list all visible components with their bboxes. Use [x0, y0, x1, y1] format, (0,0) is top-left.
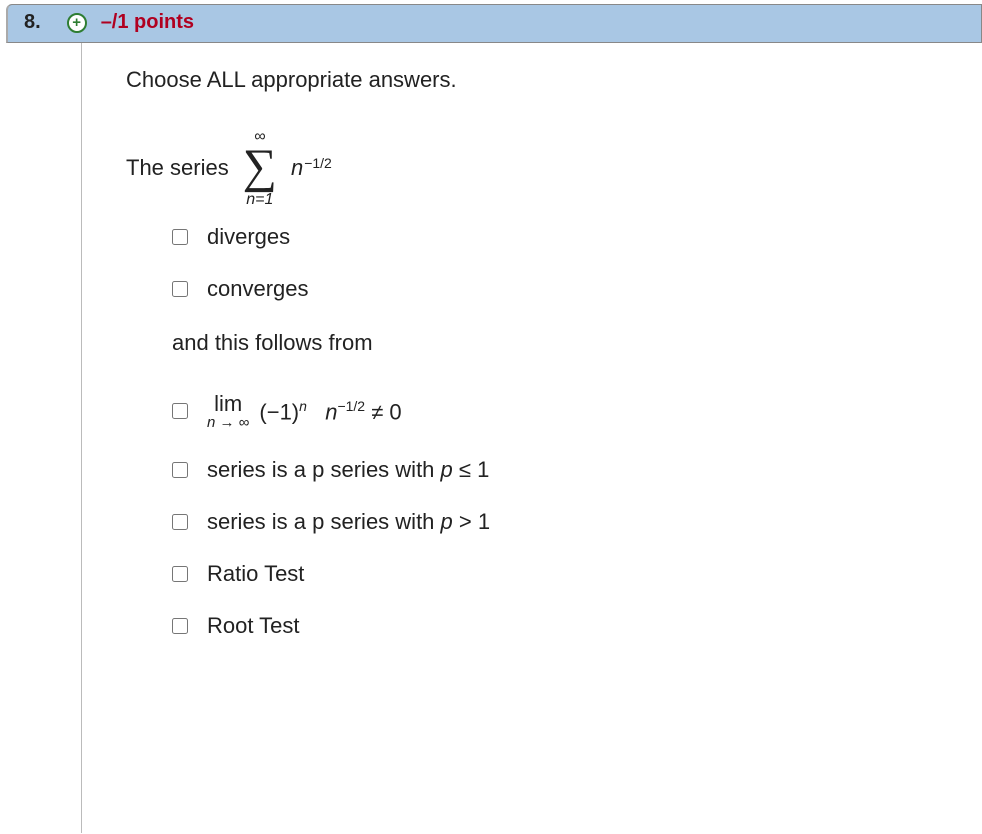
- checkbox-limit[interactable]: [172, 403, 188, 419]
- checkbox-pseries-gt1[interactable]: [172, 514, 188, 530]
- instruction-text: Choose ALL appropriate answers.: [126, 67, 962, 93]
- lim-subscript: n → ∞: [207, 415, 249, 431]
- choice-label: series is a p series with p ≤ 1: [207, 457, 489, 483]
- sigma-lower: n=1: [246, 192, 273, 208]
- choice-label: converges: [207, 276, 309, 302]
- sigma-symbol: ∑: [243, 147, 277, 188]
- choice-p-series-gt-1[interactable]: series is a p series with p > 1: [168, 509, 962, 535]
- choice-converges[interactable]: converges: [168, 276, 962, 302]
- choice-group-2: lim n → ∞ (−1)n n−1/2 ≠ 0: [168, 392, 962, 639]
- choice-root-test[interactable]: Root Test: [168, 613, 962, 639]
- points-label: –/1 points: [101, 11, 194, 34]
- checkbox-ratio[interactable]: [172, 566, 188, 582]
- limit-expression: lim n → ∞ (−1)n n−1/2 ≠ 0: [207, 392, 402, 431]
- choice-diverges[interactable]: diverges: [168, 224, 962, 250]
- choice-group-1: diverges converges: [168, 224, 962, 302]
- lim-text: lim: [214, 392, 242, 415]
- follows-from-label: and this follows from: [172, 330, 962, 356]
- limit-body: (−1)n n−1/2 ≠ 0: [259, 398, 401, 425]
- choice-ratio-test[interactable]: Ratio Test: [168, 561, 962, 587]
- question-header: 8. + –/1 points: [6, 4, 982, 43]
- choice-label: series is a p series with p > 1: [207, 509, 490, 535]
- choice-p-series-le-1[interactable]: series is a p series with p ≤ 1: [168, 457, 962, 483]
- series-prefix: The series: [126, 155, 229, 181]
- question-body: Choose ALL appropriate answers. The seri…: [0, 43, 982, 833]
- sigma-notation: ∞ ∑ n=1: [243, 129, 277, 208]
- series-term: n−1/2: [291, 155, 332, 181]
- left-gutter: [0, 43, 82, 833]
- choice-label: Root Test: [207, 613, 300, 639]
- checkbox-pseries-le1[interactable]: [172, 462, 188, 478]
- checkbox-root[interactable]: [172, 618, 188, 634]
- expand-icon[interactable]: +: [67, 13, 87, 33]
- question-content: Choose ALL appropriate answers. The seri…: [82, 43, 982, 833]
- term-exponent: −1/2: [304, 155, 332, 171]
- choice-limit-nonzero[interactable]: lim n → ∞ (−1)n n−1/2 ≠ 0: [168, 392, 962, 431]
- question-number: 8.: [24, 11, 41, 34]
- checkbox-converges[interactable]: [172, 281, 188, 297]
- choice-label: Ratio Test: [207, 561, 304, 587]
- limit-operator: lim n → ∞: [207, 392, 249, 431]
- choice-label: diverges: [207, 224, 290, 250]
- series-expression: The series ∞ ∑ n=1 n−1/2: [126, 129, 962, 208]
- checkbox-diverges[interactable]: [172, 229, 188, 245]
- term-base: n: [291, 155, 303, 181]
